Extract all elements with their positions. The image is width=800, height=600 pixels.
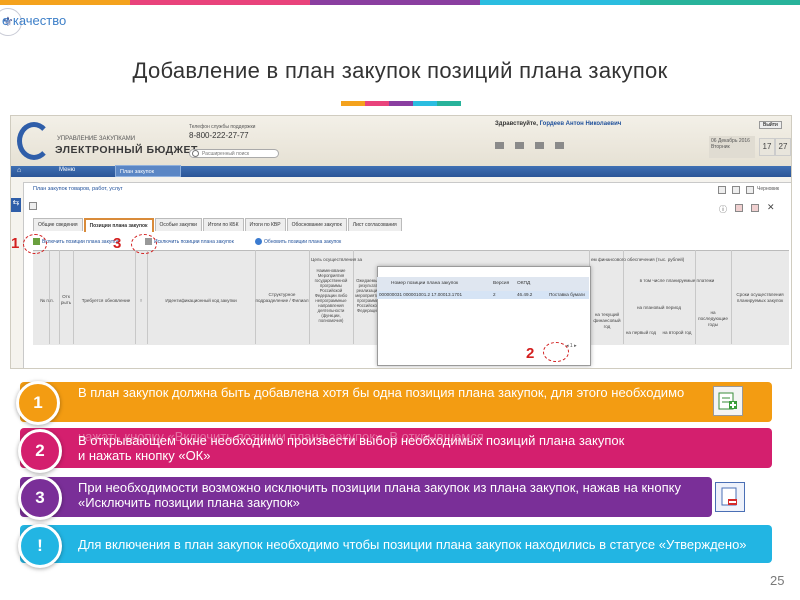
date-box: 06 Декабрь 2016 Вторник [709, 136, 755, 158]
dialog-header-row: Номер позиции плана закупок Версия ОКПД [377, 277, 589, 291]
tab-justification[interactable]: Обоснование закупок [286, 218, 347, 231]
step-3-badge: 3 [18, 476, 62, 520]
step-2-overlap-text: нажать кнопку «Включить позиции плана за… [78, 430, 484, 444]
search-input[interactable]: Расширенный поиск [189, 149, 279, 158]
filter-icon[interactable] [515, 142, 524, 149]
exclude-positions-icon [715, 482, 745, 512]
marker-1: 1 [11, 235, 20, 252]
upload-icon[interactable] [732, 186, 740, 194]
eb-logo-icon [17, 122, 51, 160]
status-draft: Черновик [757, 186, 780, 192]
step-1-text: В план закупок должна быть добавлена хот… [78, 385, 685, 400]
doc-tabs: Общие сведения Позиции плана закупок Осо… [33, 218, 403, 232]
nav-tab-plan[interactable]: План закупок [115, 165, 181, 177]
col-finance: ем финансового обеспечения (тыс. рублей) [591, 257, 685, 262]
step-note-bar: Для включения в план закупок необходимо … [20, 525, 772, 563]
include-positions-icon [713, 386, 743, 416]
dialog-row[interactable]: 000000031 000001001.2 17.00013.1701 2 46… [377, 291, 589, 299]
col-plan-period: на плановый период [636, 305, 682, 310]
col-need-update: Требуется обновление [81, 298, 131, 303]
include-label: Включить позиции плана закупок [42, 238, 120, 245]
col-year2: на второй год [662, 330, 692, 335]
weekday-text: Вторник [711, 144, 730, 150]
doc-title: План закупок товаров, работ, услуг [33, 186, 123, 192]
dialog-row-number: 000000031 000001001.2 17.00013.1701 [379, 292, 463, 297]
dialog-row-desc: Поставка бумаги [549, 292, 585, 297]
tab-positions[interactable]: Позиции плана закупок [83, 218, 154, 232]
pdf2-icon[interactable] [751, 204, 759, 212]
list-icon[interactable] [495, 142, 504, 149]
user-name: Гордеев Антон Николаевич [539, 121, 622, 127]
pdf-icon[interactable] [735, 204, 743, 212]
step-2-text-b: и нажать кнопку «ОК» [78, 447, 211, 463]
marker-2-circle [543, 342, 569, 362]
col-incl: в том числе планируемые платежи [639, 278, 715, 283]
marker-1-circle [23, 234, 47, 254]
tab-kbk[interactable]: Итоги по КБК [202, 218, 244, 231]
home-icon[interactable]: ⌂ [17, 167, 21, 174]
tab-kvr[interactable]: Итоги по КВР [244, 218, 286, 231]
col-ikz: Идентификационный код закупки [165, 298, 237, 303]
marker-3: 3 [113, 235, 122, 252]
col-later: на последующие годы [698, 310, 728, 327]
tab-approval[interactable]: Лист согласования [347, 218, 402, 231]
refresh-icon [255, 238, 262, 245]
clock-hours: 17 [759, 138, 775, 156]
exclude-label: Исключить позиции плана закупок [154, 238, 234, 245]
step-note-text: Для включения в план закупок необходимо … [78, 537, 747, 552]
table-icon[interactable] [555, 142, 564, 149]
step-note-badge: ! [18, 524, 62, 568]
step-1-bar: В план закупок должна быть добавлена хот… [20, 382, 772, 422]
chart-icon[interactable] [535, 142, 544, 149]
nav-menu[interactable]: Меню [59, 167, 75, 173]
col-goal: Цель осуществления за [311, 257, 363, 262]
logout-button[interactable]: Выйти [759, 121, 782, 129]
col-num: № п.п. [40, 298, 54, 303]
col-dates: Сроки осуществления планируемых закупок [736, 292, 784, 303]
top-color-strip [0, 0, 800, 5]
dialog-col-number: Номер позиции плана закупок [391, 281, 459, 286]
page-number: 25 [770, 573, 785, 588]
title-underline [341, 101, 461, 106]
marker-3-circle [131, 234, 157, 254]
page-title: Добавление в план закупок позиций плана … [132, 58, 668, 83]
col-excl: ! [140, 298, 142, 303]
exclude-positions-button[interactable]: Исключить позиции плана закупок [145, 238, 234, 245]
dialog-col-version: Версия [493, 281, 510, 286]
clock-minutes: 27 [775, 138, 791, 156]
close-icon[interactable]: ✕ [767, 202, 775, 213]
brand-text: е качество [2, 13, 67, 28]
dialog-row-version: 2 [493, 292, 496, 297]
print-icon[interactable] [746, 186, 754, 194]
info-icon[interactable]: ⓘ [719, 204, 727, 215]
download-icon[interactable] [718, 186, 726, 194]
step-2-bar: нажать кнопку «Включить позиции плана за… [20, 428, 772, 468]
refresh-label: Обновить позиции плана закупок [264, 238, 342, 245]
step-3-text: При необходимости возможно исключить поз… [78, 480, 681, 510]
col-year1: на первый год [625, 330, 657, 335]
dialog-row-okpd: 46.49.2 [517, 292, 533, 297]
phone-label: Телефон службы поддержки [189, 124, 256, 130]
step-2-badge: 2 [18, 429, 62, 473]
step-1-badge: 1 [16, 381, 60, 425]
refresh-positions-button[interactable]: Обновить позиции плана закупок [255, 238, 341, 245]
dialog-col-okpd: ОКПД [517, 281, 531, 286]
support-phone: 8-800-222-27-77 [189, 131, 249, 140]
user-greeting: Здравствуйте, Гордеев Антон Николаевич [495, 121, 621, 127]
col-open: Отк рыть [60, 294, 72, 305]
greeting-label: Здравствуйте, [495, 121, 538, 127]
logo-subtitle: УПРАВЛЕНИЕ ЗАКУПКАМИ [57, 136, 136, 142]
col-dept: Структурное подразделение / Филиал [255, 292, 309, 303]
save-icon[interactable] [29, 202, 37, 210]
side-toggle-icon[interactable]: ⇆ [11, 198, 21, 212]
logo-title: ЭЛЕКТРОННЫЙ БЮДЖЕТ [55, 144, 198, 156]
col-event: Наименование Мероприятия государственной… [314, 268, 348, 323]
tab-special[interactable]: Особые закупки [154, 218, 202, 231]
step-3-bar: При необходимости возможно исключить поз… [20, 477, 712, 517]
tab-general[interactable]: Общие сведения [33, 218, 83, 231]
col-current-year: на текущий финансовый год [593, 312, 621, 329]
app-screenshot: УПРАВЛЕНИЕ ЗАКУПКАМИ ЭЛЕКТРОННЫЙ БЮДЖЕТ … [10, 115, 792, 369]
search-icon [192, 150, 199, 157]
marker-2: 2 [526, 345, 535, 362]
